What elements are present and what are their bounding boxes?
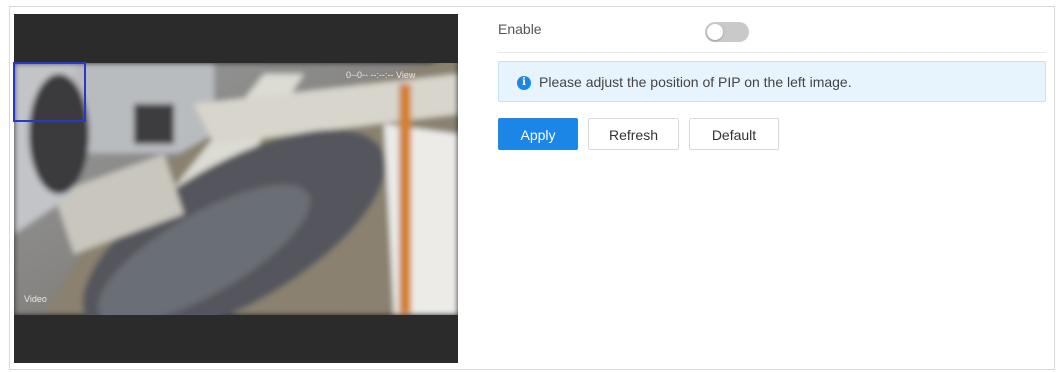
enable-label: Enable: [498, 21, 542, 37]
info-message: Please adjust the position of PIP on the…: [539, 74, 852, 90]
enable-toggle[interactable]: [705, 22, 749, 42]
info-message-bar: i Please adjust the position of PIP on t…: [498, 61, 1046, 102]
divider: [498, 52, 1046, 53]
refresh-button[interactable]: Refresh: [588, 118, 679, 150]
apply-button[interactable]: Apply: [498, 118, 578, 150]
osd-timestamp: 0‑‑0‑‑ ‑‑:‑‑:‑‑ View: [346, 70, 416, 80]
toggle-knob: [707, 24, 723, 40]
info-circle-icon: i: [517, 76, 531, 90]
default-button[interactable]: Default: [689, 118, 779, 150]
pip-position-box[interactable]: [13, 62, 86, 122]
osd-channel: Video: [24, 294, 47, 304]
